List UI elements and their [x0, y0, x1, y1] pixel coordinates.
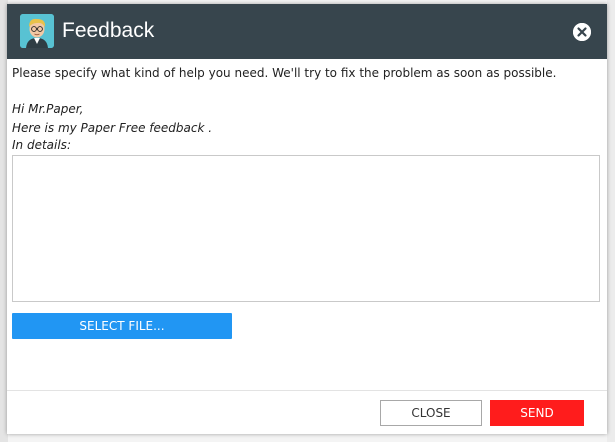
- intro-text: Please specify what kind of help you nee…: [12, 66, 557, 80]
- close-button[interactable]: CLOSE: [380, 400, 482, 426]
- mr-paper-avatar-icon: [20, 14, 54, 48]
- footer-divider: [7, 390, 607, 391]
- select-file-button[interactable]: SELECT FILE...: [12, 313, 232, 339]
- feedback-dialog: Feedback Please specify what kind of hel…: [7, 4, 607, 434]
- details-label: In details:: [12, 138, 71, 152]
- dialog-titlebar: Feedback: [7, 4, 607, 59]
- send-button[interactable]: SEND: [490, 400, 584, 426]
- feedback-line-text: Here is my Paper Free feedback .: [12, 121, 213, 135]
- background-right-strip: [607, 0, 615, 442]
- details-textarea[interactable]: [12, 155, 600, 302]
- close-icon[interactable]: [573, 23, 591, 41]
- avatar: [20, 14, 54, 48]
- dialog-title: Feedback: [62, 19, 155, 42]
- greeting-text: Hi Mr.Paper,: [12, 102, 84, 116]
